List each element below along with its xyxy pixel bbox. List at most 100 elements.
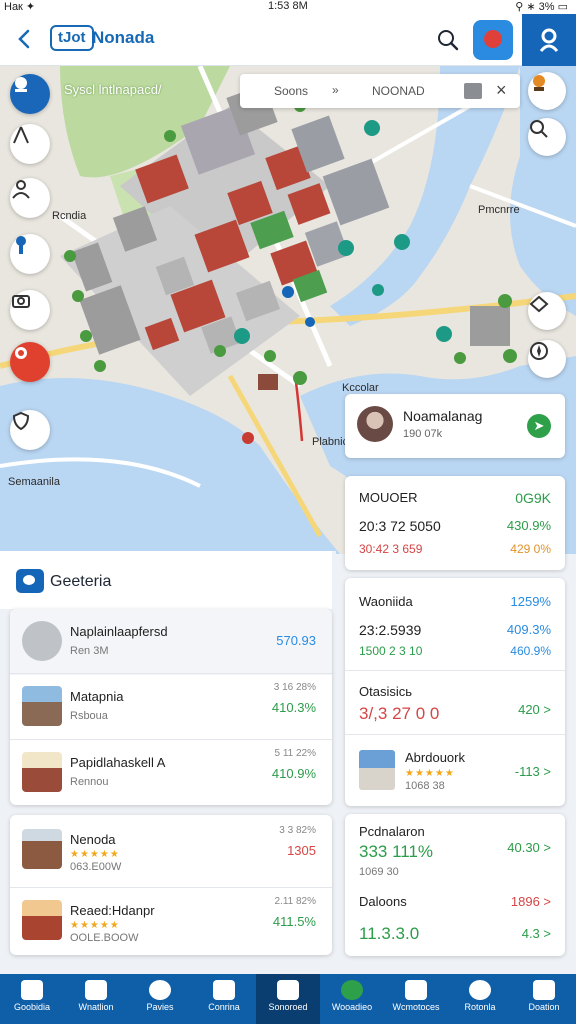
guide-button[interactable] (528, 72, 566, 110)
stat-1-line3-value: 429 0% (510, 542, 551, 556)
panel-title: Geeteria (50, 573, 112, 590)
stat-card-3[interactable]: Pcdnalaron 40.30 > 333 111% 1069 30 Dalo… (345, 814, 565, 956)
stat-card-2[interactable]: Waoniida 1259% 23:2.5939 409.3% 1500 2 3… (345, 578, 565, 806)
location-button[interactable] (10, 74, 50, 114)
camera-icon (12, 295, 30, 308)
rating-stars: ★★★★★ (405, 768, 455, 779)
nav-label: Rotonla (464, 1002, 496, 1012)
nav-menu[interactable]: Doation (512, 974, 576, 1024)
list-item-value: 410.3% (271, 700, 316, 715)
app-launcher-button[interactable] (473, 20, 513, 60)
divider (345, 734, 565, 735)
nav-home[interactable]: Goobidia (0, 974, 64, 1024)
place-card[interactable]: Noamalanag 190 07k ➤ (345, 394, 565, 458)
gear-icon (469, 980, 491, 1000)
stat-4-label: Abrdouork (405, 750, 465, 765)
connect-icon (213, 980, 235, 1000)
shield-icon (12, 411, 30, 431)
bottom-navigation: Goobidia Wnatlion Pavies Conrina Sonoroe… (0, 974, 576, 1024)
map-label-park: Syscl lntlnapacd/ (64, 82, 162, 97)
list-item-sub: Ren 3M (70, 645, 109, 657)
cube-icon[interactable] (464, 83, 482, 99)
status-time: 1:53 8M (268, 0, 308, 12)
place-subtitle: 190 07k (403, 428, 443, 440)
search-icon (530, 120, 548, 138)
stat-2-value: 1259% (510, 594, 551, 609)
list-item-name: Nenoda (70, 832, 116, 847)
church-thumbnail (22, 829, 62, 869)
stat-5-line2: 333 111% (359, 842, 434, 861)
pagoda-thumbnail (22, 900, 62, 940)
nav-label: Sonoroed (268, 1002, 308, 1012)
rating-stars: ★★★★★ (70, 849, 120, 860)
route-tool-button[interactable] (10, 124, 50, 164)
compass-button[interactable] (528, 340, 566, 378)
list-item-sub: 063.E00W (70, 861, 122, 873)
person-tool-button[interactable] (10, 178, 50, 218)
list-item-meta: 3 16 28% (273, 682, 316, 693)
close-icon[interactable]: × (496, 80, 507, 101)
stat-4-value: -113 > (514, 764, 551, 779)
nav-list[interactable]: Sonoroed (256, 974, 320, 1024)
list-item[interactable]: Nenoda ★★★★★ 063.E00W 3 3 82% 1305 (10, 817, 332, 883)
nav-label: Pavies (146, 1002, 174, 1012)
list-item-meta: 2.11 82% (274, 896, 316, 907)
stat-5-value: 40.30 > (507, 840, 551, 855)
nav-label: Conrina (208, 1002, 240, 1012)
status-carrier: Hак ✦ (4, 1, 36, 13)
divider (345, 670, 565, 671)
list-item-name: Reaed:Hdanpr (70, 903, 155, 918)
route-from: Soons (274, 84, 309, 98)
place-name: Noamalanag (403, 408, 483, 424)
list-item-value: 570.93 (276, 633, 316, 648)
list-item[interactable]: Reaed:Hdanpr ★★★★★ OOLE.BOOW 2.11 82% 41… (10, 887, 332, 953)
camera-tool-button[interactable] (10, 290, 50, 330)
map-label-south: Semaanila (8, 476, 60, 488)
map-search-button[interactable] (528, 118, 566, 156)
stat-card-1[interactable]: MOUOER 0G9K 20:3 72 5050 430.9% 30:42 3 … (345, 476, 565, 570)
list-item[interactable]: Papidlahaskell A Rennou 5 11 22% 410.9% (10, 739, 332, 805)
castle-icon (22, 621, 62, 661)
nav-connect[interactable]: Conrina (192, 974, 256, 1024)
route-search-bar[interactable]: Soons » NOONAD × (240, 74, 520, 108)
nav-inbox[interactable]: Wcmotoces (384, 974, 448, 1024)
navigate-button[interactable]: ➤ (527, 414, 551, 438)
route-arrow: » (332, 83, 339, 97)
profile-button[interactable] (522, 14, 576, 66)
person-icon (12, 180, 30, 199)
status-bar: Hак ✦ 1:53 8M ⚲ ∗ 3% ▭ (0, 0, 576, 14)
record-button[interactable] (10, 342, 50, 382)
nav-bookmark[interactable]: Wnatlion (64, 974, 128, 1024)
list-item[interactable]: Naplainlaapfersd Ren 3M 570.93 (10, 609, 332, 675)
back-button[interactable] (12, 26, 38, 52)
nav-favorites[interactable]: Pavies (128, 974, 192, 1024)
stat-1-line2: 20:3 72 5050 (359, 518, 441, 534)
chat-icon (16, 569, 44, 593)
list-item-meta: 5 11 22% (274, 748, 316, 759)
results-panel: Geeteria Naplainlaapfersd Ren 3M 570.93 … (0, 551, 336, 973)
list-item-value: 1305 (287, 843, 316, 858)
list-item[interactable]: Matapnia Rsboua 3 16 28% 410.3% (10, 673, 332, 739)
inbox-icon (405, 980, 427, 1000)
building-thumbnail (22, 686, 62, 726)
layers-button[interactable] (528, 292, 566, 330)
stat-2-line2-value: 409.3% (506, 622, 551, 637)
list-item-value: 410.9% (271, 766, 316, 781)
panel-header: Geeteria (0, 551, 332, 609)
stat-3-line2-value: 420 > (518, 702, 551, 717)
place-avatar (357, 406, 393, 442)
home-icon (21, 980, 43, 1000)
map-label-point: Plabnic (312, 436, 349, 448)
header-search-button[interactable] (434, 26, 462, 54)
nav-chat[interactable]: Wooadieo (320, 974, 384, 1024)
map-label-center: Kccolar (342, 382, 379, 394)
stat-5-value4: 4.3 > (521, 926, 551, 941)
stat-5-line3: 1069 30 (359, 866, 399, 878)
shield-tool-button[interactable] (10, 410, 50, 450)
list-item-sub: OOLE.BOOW (70, 932, 139, 944)
app-logo: tJot (50, 25, 94, 51)
nav-settings[interactable]: Rotonla (448, 974, 512, 1024)
stat-5-value2: 1896 > (510, 894, 551, 909)
list-item-name: Naplainlaapfersd (70, 624, 168, 639)
pin-tool-button[interactable] (10, 234, 50, 274)
